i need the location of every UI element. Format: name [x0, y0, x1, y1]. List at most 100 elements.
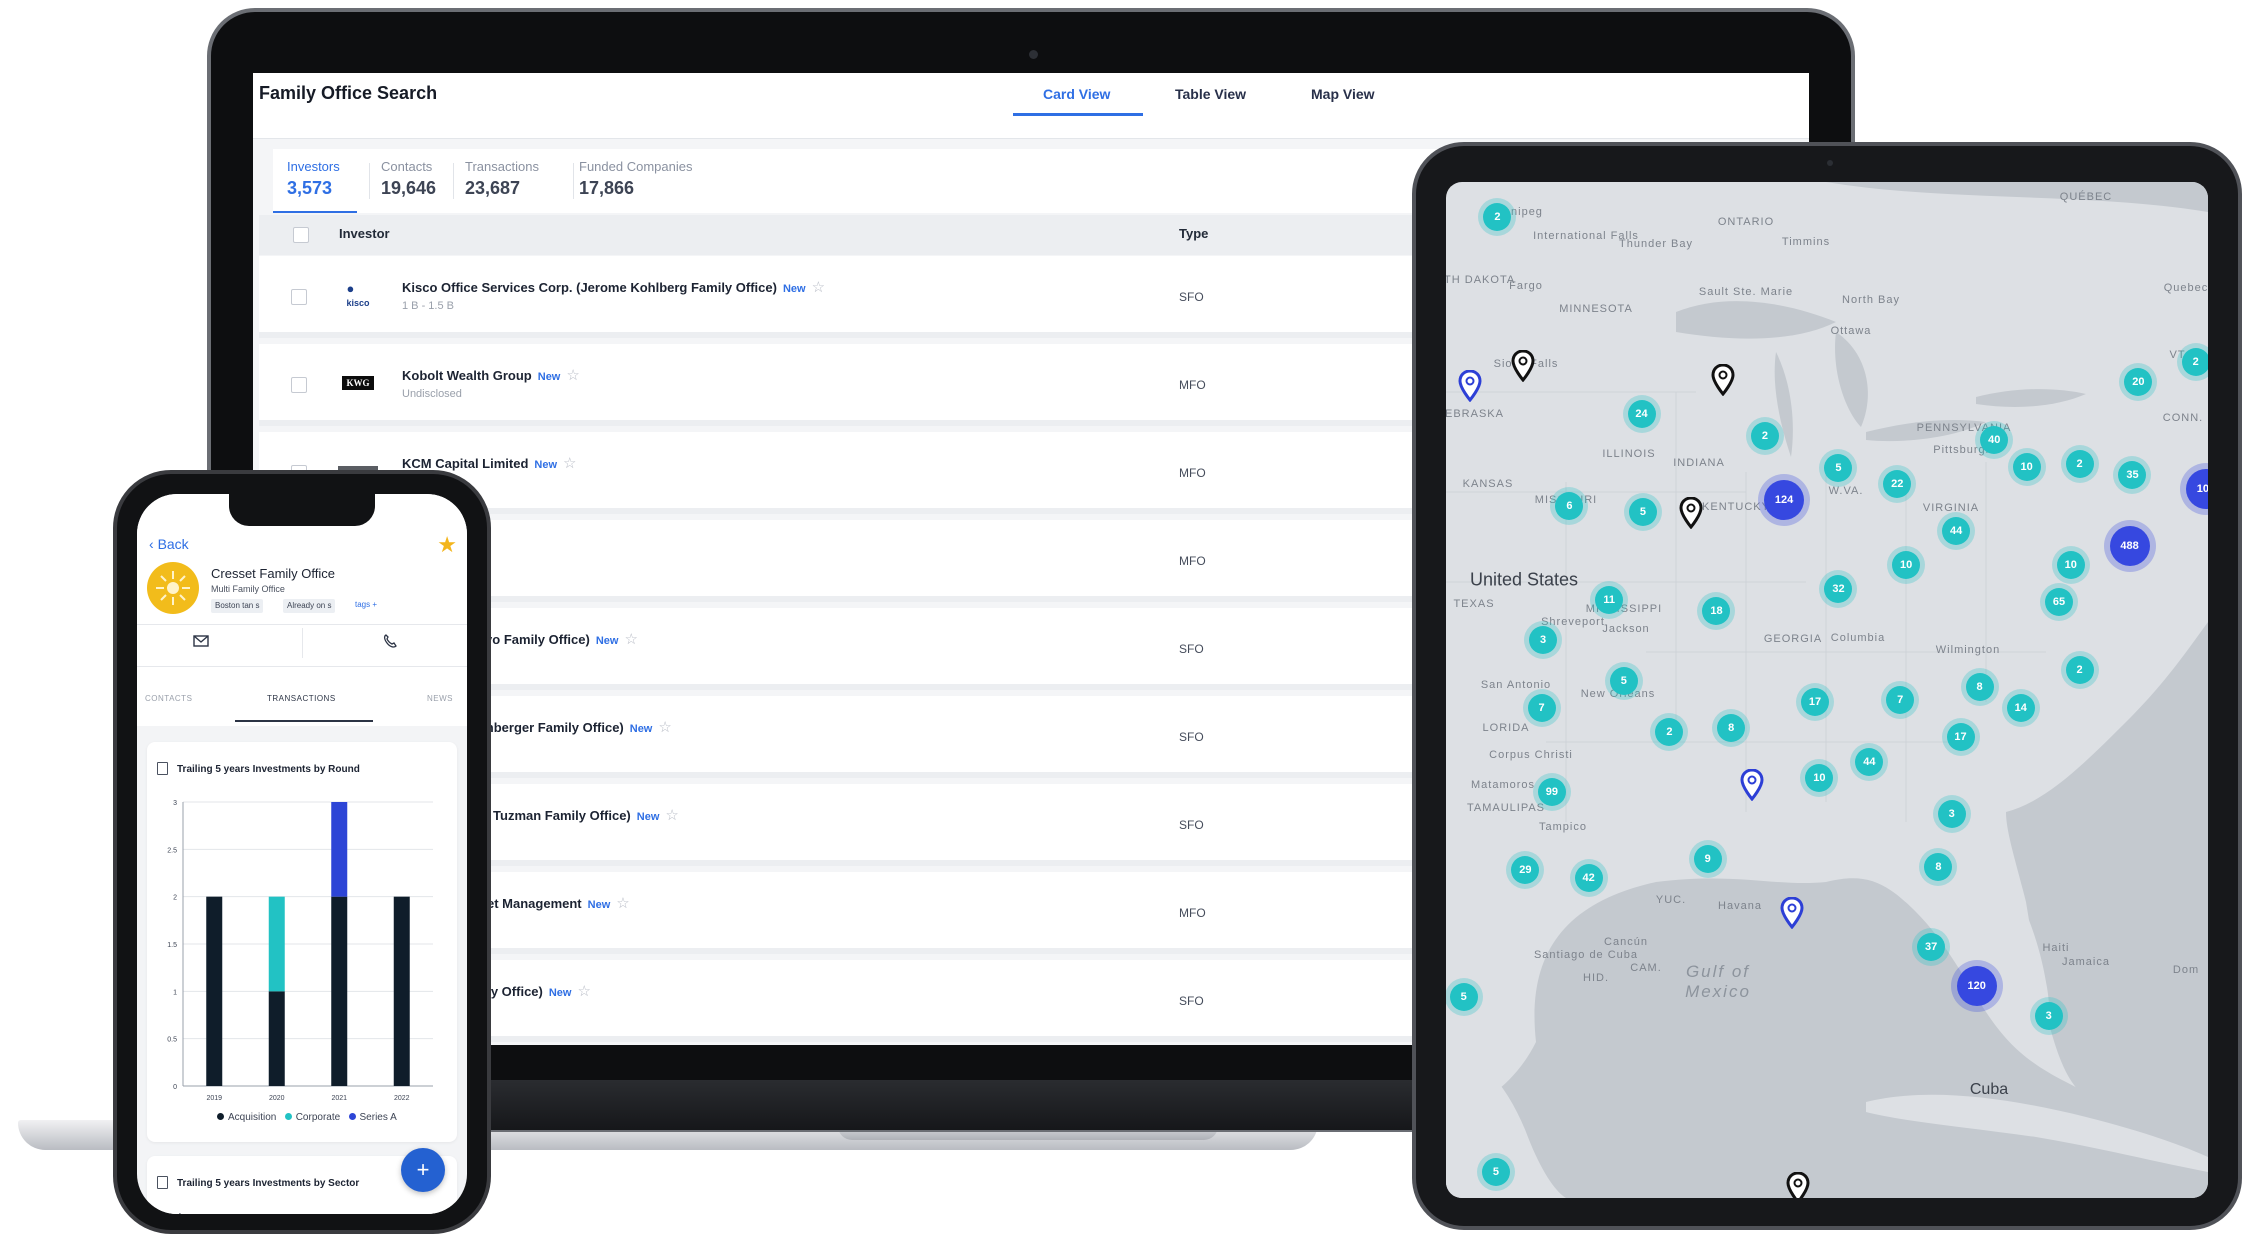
map-cluster[interactable]: 5: [1609, 667, 1638, 696]
map-cluster[interactable]: 29: [1511, 855, 1540, 884]
star-icon[interactable]: ☆: [624, 631, 637, 648]
map-cluster[interactable]: 5: [1481, 1157, 1510, 1186]
stat-contacts[interactable]: Contacts 19,646: [381, 159, 436, 199]
phone-screen: ‹ Back ★ Cresset Family Office Multi Fam…: [137, 494, 467, 1214]
star-icon[interactable]: ☆: [577, 983, 590, 1000]
investor-name[interactable]: Kobolt Wealth Group New ☆: [402, 366, 580, 384]
map-view[interactable]: United States Gulf of Mexico Cuba Winnip…: [1446, 182, 2208, 1198]
map-cluster[interactable]: 20: [2124, 368, 2153, 397]
map-cluster[interactable]: 2: [1750, 422, 1779, 451]
row-checkbox[interactable]: [291, 377, 307, 393]
map-cluster[interactable]: 120: [1956, 966, 1997, 1007]
map-cluster[interactable]: 37: [1917, 933, 1946, 962]
favorite-star-icon[interactable]: ★: [437, 532, 457, 558]
map-cluster[interactable]: 44: [1855, 747, 1884, 776]
stat-investors[interactable]: Investors 3,573: [287, 159, 340, 199]
star-icon[interactable]: ☆: [566, 367, 579, 384]
star-icon[interactable]: ☆: [658, 719, 671, 736]
map-cluster[interactable]: 9: [1693, 845, 1722, 874]
stat-transactions[interactable]: Transactions 23,687: [465, 159, 539, 199]
y-tick-label: 0: [173, 1084, 177, 1091]
axis-tick: 4: [177, 1212, 181, 1214]
map-cluster[interactable]: 124: [1764, 480, 1805, 521]
map-cluster[interactable]: 99: [1537, 778, 1566, 807]
map-cluster[interactable]: 32: [1824, 575, 1853, 604]
map-cluster[interactable]: 7: [1527, 693, 1556, 722]
map-place-label: VIRGINIA: [1922, 502, 1980, 514]
map-cluster[interactable]: 2: [1655, 718, 1684, 747]
map-cluster[interactable]: 14: [2006, 693, 2035, 722]
map-cluster[interactable]: 22: [1883, 470, 1912, 499]
map-cluster[interactable]: 44: [1942, 516, 1971, 545]
mail-icon[interactable]: [193, 634, 209, 652]
map-cluster[interactable]: 8: [1924, 852, 1953, 881]
map-cluster[interactable]: 2: [2181, 347, 2208, 376]
map-cluster[interactable]: 2: [1483, 203, 1512, 232]
active-tab-indicator: [235, 720, 373, 722]
map-cluster[interactable]: 42: [1574, 864, 1603, 893]
chart-bar: [331, 896, 348, 1086]
map-cluster[interactable]: 2: [2065, 655, 2094, 684]
map-cluster[interactable]: 3: [2034, 1001, 2063, 1030]
map-cluster[interactable]: 35: [2118, 461, 2147, 490]
org-type: Multi Family Office: [211, 584, 285, 594]
avatar: [147, 562, 199, 614]
map-cluster[interactable]: 10: [2056, 550, 2085, 579]
map-cluster[interactable]: 10: [2012, 452, 2041, 481]
map-cluster[interactable]: 5: [1628, 497, 1657, 526]
phone-icon[interactable]: [383, 634, 397, 653]
investor-type: MFO: [1179, 378, 1206, 392]
column-investor[interactable]: Investor: [339, 226, 390, 241]
tab-transactions[interactable]: TRANSACTIONS: [267, 694, 336, 703]
column-type[interactable]: Type: [1179, 226, 1208, 241]
tab-contacts[interactable]: CONTACTS: [145, 694, 192, 703]
map-place-label: ILLINOIS: [1602, 448, 1656, 460]
star-icon[interactable]: ☆: [563, 455, 576, 472]
map-place-label: TEXAS: [1453, 598, 1495, 610]
row-checkbox[interactable]: [291, 289, 307, 305]
map-place-label: Wilmington: [1935, 644, 2001, 656]
tag-chip[interactable]: Boston tan s: [211, 599, 264, 613]
map-cluster[interactable]: 18: [1702, 597, 1731, 626]
star-icon[interactable]: ☆: [665, 807, 678, 824]
tag-chip[interactable]: Already on s: [283, 599, 336, 613]
new-badge: New: [534, 459, 558, 471]
stat-funded-companies[interactable]: Funded Companies 17,866: [579, 159, 692, 199]
org-name: Cresset Family Office: [211, 566, 336, 581]
legend-corporate: Corporate: [284, 1112, 340, 1123]
map-cluster[interactable]: 3: [1937, 800, 1966, 829]
map-cluster[interactable]: 65: [2044, 588, 2073, 617]
investor-type: SFO: [1179, 994, 1204, 1008]
map-cluster[interactable]: 17: [1946, 722, 1975, 751]
tab-map-view[interactable]: Map View: [1311, 86, 1375, 102]
map-cluster[interactable]: 3: [1529, 626, 1558, 655]
map-cluster[interactable]: 17: [1800, 687, 1829, 716]
map-cluster[interactable]: 8: [1717, 714, 1746, 743]
active-tab-indicator: [1013, 113, 1143, 116]
map-cluster[interactable]: 24: [1627, 400, 1656, 429]
map-cluster[interactable]: 10: [1805, 763, 1834, 792]
map-cluster[interactable]: 5: [1824, 454, 1853, 483]
investor-name[interactable]: Kisco Office Services Corp. (Jerome Kohl…: [402, 278, 825, 296]
tab-news[interactable]: NEWS: [427, 694, 453, 703]
map-cluster[interactable]: 8: [1965, 673, 1994, 702]
tab-card-view[interactable]: Card View: [1043, 86, 1110, 102]
map-cluster[interactable]: 6: [1555, 492, 1584, 521]
new-badge: New: [587, 899, 611, 911]
add-button[interactable]: +: [401, 1148, 445, 1192]
new-badge: New: [595, 635, 619, 647]
star-icon[interactable]: ☆: [812, 279, 825, 296]
back-button[interactable]: ‹ Back: [149, 536, 189, 552]
map-cluster[interactable]: 5: [1449, 982, 1478, 1011]
map-cluster[interactable]: 10: [1892, 550, 1921, 579]
map-cluster[interactable]: 7: [1886, 686, 1915, 715]
map-cluster[interactable]: 40: [1980, 426, 2009, 455]
tab-table-view[interactable]: Table View: [1175, 86, 1246, 102]
map-place-label: North Bay: [1842, 294, 1900, 306]
add-tags-link[interactable]: tags +: [355, 600, 377, 609]
select-all-checkbox[interactable]: [293, 227, 309, 243]
map-cluster[interactable]: 488: [2109, 525, 2150, 566]
map-cluster[interactable]: 2: [2065, 449, 2094, 478]
map-cluster[interactable]: 11: [1595, 585, 1624, 614]
star-icon[interactable]: ☆: [616, 895, 629, 912]
